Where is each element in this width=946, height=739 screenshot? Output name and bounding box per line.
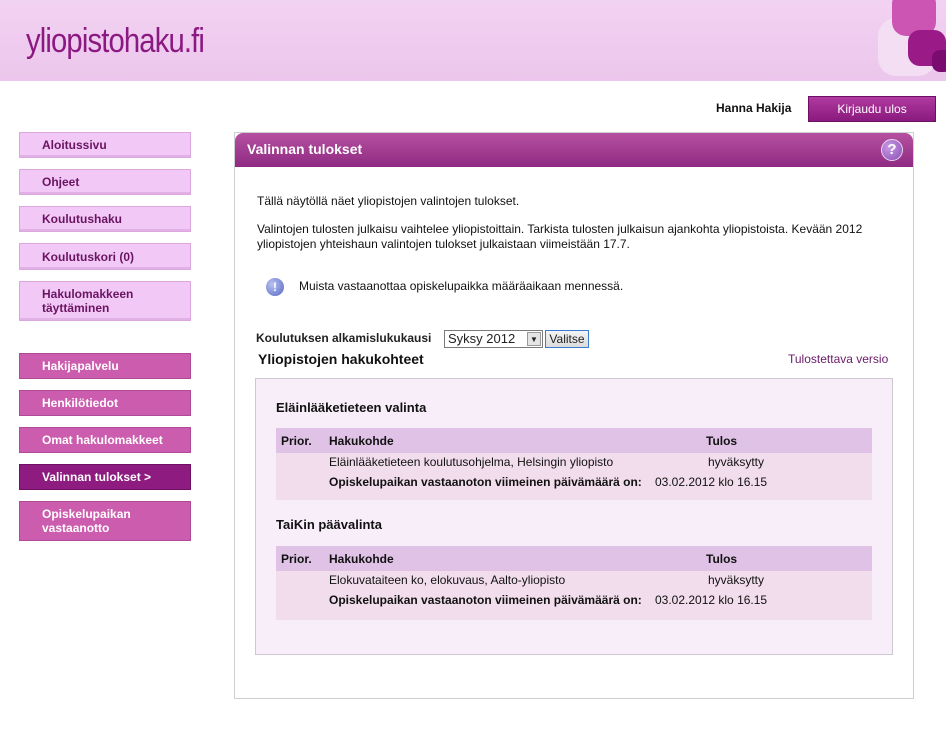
sidebar-item-aloitussivu[interactable]: Aloitussivu: [19, 132, 191, 158]
column-header-prior: Prior.: [281, 434, 312, 448]
info-icon: !: [266, 278, 284, 296]
result-cell: hyväksytty: [708, 455, 765, 469]
page-title: Valinnan tulokset: [247, 141, 363, 157]
intro-text: Tällä näytöllä näet yliopistojen valinto…: [257, 194, 520, 208]
deadline-label: Opiskelupaikan vastaanoton viimeinen päi…: [329, 593, 642, 607]
sidebar-item-henkilotiedot[interactable]: Henkilötiedot: [19, 390, 191, 416]
site-logo[interactable]: yliopistohaku.fi: [26, 22, 205, 61]
decorative-logo-shape-icon: [878, 0, 946, 76]
column-header-tulos: Tulos: [706, 434, 738, 448]
select-button[interactable]: Valitse: [545, 330, 589, 348]
group-title: Eläinlääketieteen valinta: [276, 400, 427, 415]
deadline-value: 03.02.2012 klo 16.15: [655, 593, 768, 607]
deadline-value: 03.02.2012 klo 16.15: [655, 475, 768, 489]
sidebar-item-opiskelupaikan-vastaanotto[interactable]: Opiskelupaikan vastaanotto: [19, 501, 191, 541]
sidebar-item-omat-hakulomakkeet[interactable]: Omat hakulomakkeet: [19, 427, 191, 453]
user-name: Hanna Hakija: [716, 101, 792, 115]
column-header-hakukohde: Hakukohde: [329, 434, 394, 448]
sidebar-item-koulutuskori[interactable]: Koulutuskori (0): [19, 243, 191, 270]
semester-select[interactable]: Syksy 2012 ▼: [444, 330, 543, 348]
chevron-down-icon[interactable]: ▼: [527, 332, 541, 346]
sidebar-item-ohjeet[interactable]: Ohjeet: [19, 169, 191, 195]
logout-button[interactable]: Kirjaudu ulos: [808, 96, 936, 122]
sidebar-item-valinnan-tulokset[interactable]: Valinnan tulokset >: [19, 464, 191, 490]
hakukohde-cell: Eläinlääketieteen koulutusohjelma, Helsi…: [329, 455, 614, 469]
hakukohde-cell: Elokuvataiteen ko, elokuvaus, Aalto-ylio…: [329, 573, 566, 587]
info-paragraph-line2: yliopistojen yhteishaun valintojen tulok…: [257, 237, 630, 251]
site-header: yliopistohaku.fi: [0, 0, 946, 81]
column-header-hakukohde: Hakukohde: [329, 552, 394, 566]
sidebar-item-hakijapalvelu[interactable]: Hakijapalvelu: [19, 353, 191, 379]
panel-header: Valinnan tulokset ?: [235, 133, 913, 167]
sidebar-item-koulutushaku[interactable]: Koulutushaku: [19, 206, 191, 232]
result-cell: hyväksytty: [708, 573, 765, 587]
column-header-tulos: Tulos: [706, 552, 738, 566]
group-title: TaiKin päävalinta: [276, 517, 382, 532]
sidebar-item-hakulomakkeen-tayttaminen[interactable]: Hakulomakkeen täyttäminen: [19, 281, 191, 321]
section-title: Yliopistojen hakukohteet: [258, 351, 424, 367]
question-icon[interactable]: ?: [881, 139, 903, 161]
deadline-label: Opiskelupaikan vastaanoton viimeinen päi…: [329, 475, 642, 489]
column-header-prior: Prior.: [281, 552, 312, 566]
info-paragraph-line1: Valintojen tulosten julkaisu vaihtelee y…: [257, 222, 863, 236]
print-version-link[interactable]: Tulostettava versio: [788, 352, 888, 366]
semester-select-label: Koulutuksen alkamislukukausi: [256, 331, 432, 345]
notice-text: Muista vastaanottaa opiskelupaikka määrä…: [299, 279, 624, 293]
